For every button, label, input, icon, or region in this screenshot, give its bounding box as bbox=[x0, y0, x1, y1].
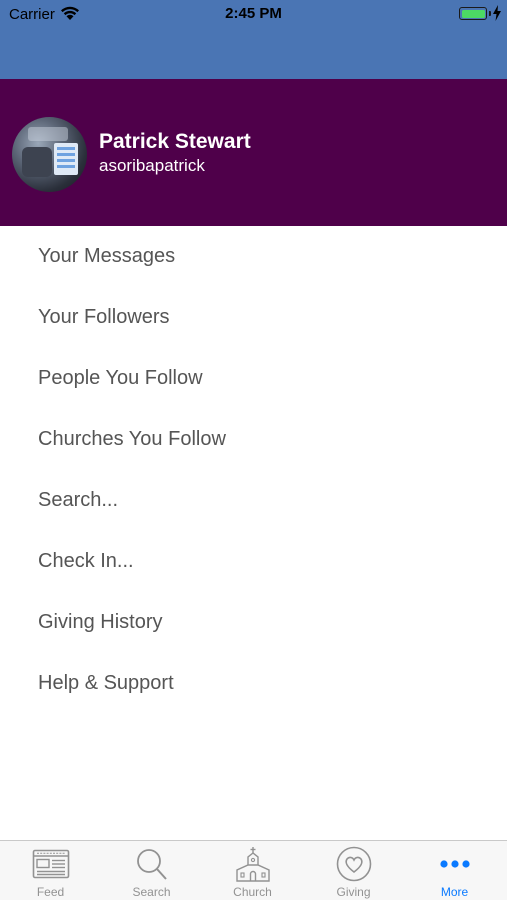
heart-icon bbox=[336, 846, 371, 882]
avatar-photo-detail bbox=[28, 127, 68, 141]
profile-handle: asoribapatrick bbox=[99, 156, 205, 175]
tab-bar: Feed Search Church Giving More bbox=[0, 840, 507, 900]
menu-item-search[interactable]: Search... bbox=[0, 470, 507, 531]
battery-level bbox=[461, 9, 485, 18]
tab-more-label: More bbox=[440, 885, 469, 899]
tab-giving-label: Giving bbox=[336, 885, 371, 899]
avatar[interactable] bbox=[12, 117, 87, 192]
tab-church-label: Church bbox=[233, 885, 272, 899]
tab-search[interactable]: Search bbox=[101, 841, 202, 900]
charging-bolt-icon bbox=[493, 5, 501, 21]
status-time: 2:45 PM bbox=[225, 5, 282, 22]
battery-tip bbox=[489, 11, 491, 16]
tab-giving[interactable]: Giving bbox=[303, 841, 404, 900]
menu-item-check-in[interactable]: Check In... bbox=[0, 531, 507, 592]
navigation-bar: Carrier 2:45 PM bbox=[0, 0, 507, 79]
tab-feed-label: Feed bbox=[36, 885, 65, 899]
menu-item-people-you-follow[interactable]: People You Follow bbox=[0, 348, 507, 409]
status-bar: Carrier 2:45 PM bbox=[0, 0, 507, 28]
menu-item-your-followers[interactable]: Your Followers bbox=[0, 287, 507, 348]
menu-item-giving-history[interactable]: Giving History bbox=[0, 592, 507, 653]
menu-item-help-support[interactable]: Help & Support bbox=[0, 653, 507, 714]
more-menu: Your Messages Your Followers People You … bbox=[0, 226, 507, 714]
app-screen: Carrier 2:45 PM Patrick Stewart asoribap… bbox=[0, 0, 507, 900]
menu-item-your-messages[interactable]: Your Messages bbox=[0, 226, 507, 287]
search-icon bbox=[136, 849, 167, 880]
tab-church[interactable]: Church bbox=[202, 841, 303, 900]
tab-feed[interactable]: Feed bbox=[0, 841, 101, 900]
tab-search-label: Search bbox=[132, 885, 171, 899]
avatar-photo-detail bbox=[54, 143, 78, 175]
church-icon bbox=[235, 847, 270, 882]
profile-header[interactable]: Patrick Stewart asoribapatrick bbox=[0, 79, 507, 226]
newspaper-icon bbox=[32, 849, 69, 879]
more-dots-icon bbox=[439, 860, 470, 868]
profile-name: Patrick Stewart bbox=[99, 130, 251, 153]
tab-more[interactable]: More bbox=[404, 841, 505, 900]
avatar-photo-detail bbox=[22, 147, 52, 177]
battery-icon bbox=[459, 7, 487, 20]
menu-item-churches-you-follow[interactable]: Churches You Follow bbox=[0, 409, 507, 470]
